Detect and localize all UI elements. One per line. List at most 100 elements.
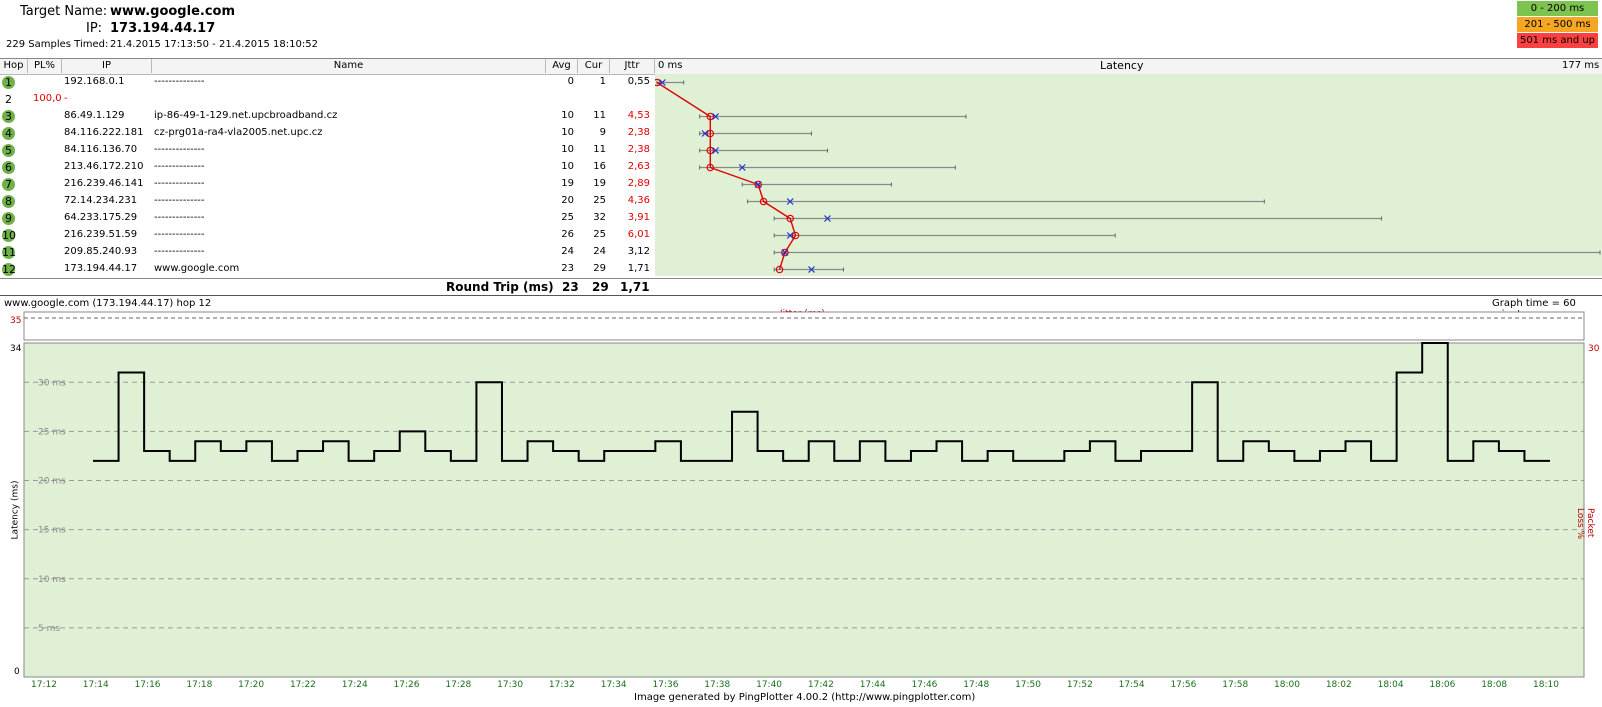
hop-ip: 216.239.51.59 (64, 229, 138, 240)
hop-number: 10 (2, 229, 16, 242)
x-tick-label: 17:48 (963, 680, 990, 690)
legend-mid: 201 - 500 ms (1517, 17, 1598, 32)
target-name-label: Target Name: (20, 4, 108, 19)
x-tick-label: 17:22 (289, 680, 316, 690)
table-row[interactable]: 6 213.46.172.210 -------------- 10 16 2,63 (0, 159, 655, 176)
table-row[interactable]: 9 64.233.175.29 -------------- 25 32 3,91 (0, 210, 655, 227)
x-tick-label: 18:10 (1533, 680, 1559, 690)
hop-name: cz-prg01a-ra4-vla2005.net.upc.cz (154, 127, 323, 138)
hop-cur: 29 (593, 263, 606, 274)
hop-avg: 10 (561, 127, 574, 138)
col-ip[interactable]: IP (62, 59, 152, 73)
ip-label: IP: (86, 21, 103, 36)
hop-name: -------------- (154, 229, 205, 240)
hop-cur: 16 (593, 161, 606, 172)
hop-number: 2 (5, 93, 12, 106)
col-avg[interactable]: Avg (546, 59, 578, 73)
hop-ip: 84.116.222.181 (64, 127, 144, 138)
table-row[interactable]: 10 216.239.51.59 -------------- 26 25 6,01 (0, 227, 655, 244)
latency-time-graph: 30 ms 25 ms 20 ms 15 ms 10 ms 5 ms (23, 311, 1585, 678)
round-trip-avg: 23 (562, 280, 579, 294)
col-jttr[interactable]: Jttr (610, 59, 655, 73)
hop-cur: 19 (593, 178, 606, 189)
col-cur[interactable]: Cur (578, 59, 610, 73)
col-name[interactable]: Name (152, 59, 546, 73)
hop-number: 6 (2, 161, 15, 174)
hop-name: -------------- (154, 161, 205, 172)
x-tick-label: 17:24 (341, 680, 368, 690)
latency-header[interactable]: Latency (1100, 59, 1143, 72)
hop-jitter: 1,71 (627, 263, 650, 274)
hop-name: -------------- (154, 144, 205, 155)
x-tick-label: 17:20 (238, 680, 265, 690)
hop-number: 8 (2, 195, 15, 208)
table-row[interactable]: 7 216.239.46.141 -------------- 19 19 2,89 (0, 176, 655, 193)
table-row[interactable]: 5 84.116.136.70 -------------- 10 11 2,38 (0, 142, 655, 159)
avg-latency-line (656, 81, 797, 270)
hop-avg: 10 (561, 161, 574, 172)
table-row[interactable]: 12 173.194.44.17 www.google.com 23 29 1,71 (0, 261, 655, 278)
hop-name: -------------- (154, 178, 205, 189)
hop-ip: 86.49.1.129 (64, 110, 125, 121)
hop-avg: 20 (561, 195, 574, 206)
x-tick-label: 17:38 (704, 680, 731, 690)
samples-range: 21.4.2015 17:13:50 - 21.4.2015 18:10:52 (110, 39, 318, 50)
hop-name: -------------- (154, 246, 205, 257)
hop-number: 11 (2, 246, 16, 259)
y2-axis-label: Packet Loss % (1575, 508, 1595, 540)
hop-number: 4 (2, 127, 15, 140)
x-tick-label: 17:58 (1222, 680, 1249, 690)
col-hop[interactable]: Hop (0, 59, 28, 73)
hop-ip: 72.14.234.231 (64, 195, 138, 206)
hop-jitter: 4,53 (627, 110, 650, 121)
hop-ip: 84.116.136.70 (64, 144, 138, 155)
ip-value: 173.194.44.17 (110, 21, 216, 36)
x-tick-label: 17:40 (756, 680, 783, 690)
hop-avg: 26 (561, 229, 574, 240)
table-row[interactable]: 3 86.49.1.129 ip-86-49-1-129.net.upcbroadb… (0, 108, 655, 125)
x-tick-label: 17:34 (600, 680, 627, 690)
x-tick-label: 18:04 (1377, 680, 1404, 690)
table-row[interactable]: 1 192.168.0.1 -------------- 0 1 0,55 (0, 74, 655, 91)
y-tick-label: 15 ms (38, 526, 66, 536)
latency-max-label: 177 ms (1562, 60, 1600, 71)
table-row[interactable]: 2 100,0- (0, 91, 655, 108)
hop-name: www.google.com (154, 263, 240, 274)
table-row[interactable]: 8 72.14.234.231 -------------- 20 25 4,36 (0, 193, 655, 210)
x-tick-label: 18:06 (1429, 680, 1456, 690)
x-tick-label: 18:08 (1481, 680, 1508, 690)
round-trip-jttr: 1,71 (620, 280, 650, 294)
header: Target Name: www.google.com IP: 173.194.… (0, 0, 1602, 56)
hop-number: 3 (2, 110, 15, 123)
round-trip-cur: 29 (592, 280, 609, 294)
hop-avg: 10 (561, 110, 574, 121)
hop-jitter: 0,55 (627, 76, 650, 87)
x-tick-label: 17:46 (911, 680, 938, 690)
hop-cur: 11 (593, 144, 606, 155)
x-tick-label: 17:42 (807, 680, 834, 690)
y-tick-label: 5 ms (38, 624, 60, 634)
y-tick-label: 10 ms (38, 575, 66, 585)
hop-jitter: 4,36 (627, 195, 650, 206)
target-name-value: www.google.com (110, 4, 236, 19)
hop-name: -------------- (154, 76, 205, 87)
x-tick-label: 17:52 (1066, 680, 1093, 690)
hop-ip: 216.239.46.141 (64, 178, 144, 189)
jitter-strip (23, 311, 1585, 341)
table-row[interactable]: 4 84.116.222.181 cz-prg01a-ra4-vla2005.net… (0, 125, 655, 142)
hop-cur: 24 (593, 246, 606, 257)
hop-ip: 213.46.172.210 (64, 161, 144, 172)
x-tick-label: 17:26 (393, 680, 420, 690)
hop-ip: 173.194.44.17 (64, 263, 138, 274)
hop-number: 9 (2, 212, 15, 225)
latency-min-label: 0 ms (658, 60, 683, 71)
y-tick-label: 30 ms (38, 378, 66, 388)
table-row[interactable]: 11 209.85.240.93 -------------- 24 24 3,12 (0, 244, 655, 261)
x-tick-label: 17:12 (31, 680, 57, 690)
legend-high: 501 ms and up (1517, 33, 1598, 48)
legend-low: 0 - 200 ms (1517, 1, 1598, 16)
hop-jitter: 6,01 (627, 229, 650, 240)
col-pl[interactable]: PL% (28, 59, 62, 73)
hop-jitter: 2,38 (627, 144, 650, 155)
hop-jitter: 2,63 (627, 161, 650, 172)
